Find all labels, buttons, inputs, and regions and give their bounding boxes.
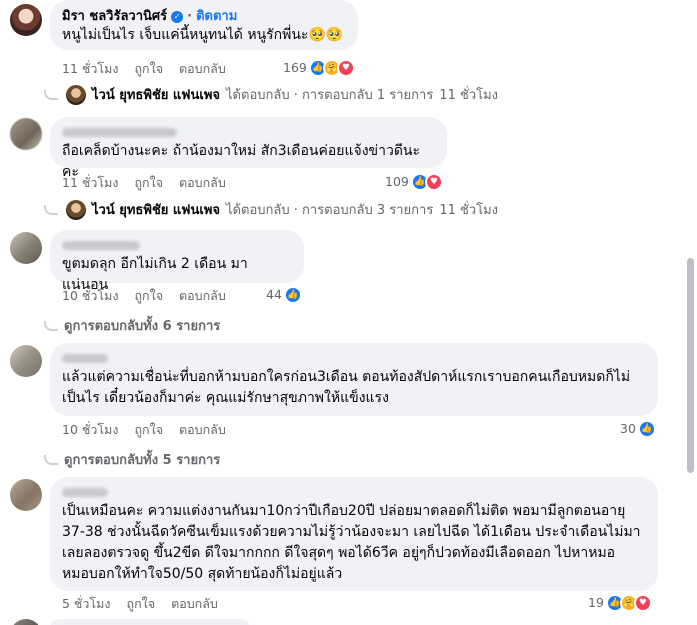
- reply-summary-text: ได้ตอบกลับ · การตอบกลับ 3 รายการ: [226, 203, 434, 218]
- thread-connector: [44, 320, 58, 331]
- like-button[interactable]: ถูกใจ: [134, 175, 163, 191]
- commenter-avatar[interactable]: [10, 118, 42, 150]
- reaction-count: 30: [620, 421, 636, 436]
- view-more-replies-label: ดูการตอบกลับทั้ง 5 รายการ: [64, 453, 221, 468]
- view-more-replies-label: ดูการตอบกลับทั้ง 6 รายการ: [64, 319, 221, 334]
- comment-text-line: แล้วแต่ความเชื่อน่ะที่บอกห้ามบอกใครก่อน3…: [62, 369, 631, 385]
- comment-author-name[interactable]: มิรา ชลวิรัลวานิศร์: [62, 8, 167, 25]
- thread-connector: [44, 89, 58, 100]
- reaction-count: 169: [283, 60, 307, 75]
- like-reaction-icon: 👍: [637, 420, 656, 438]
- love-reaction-icon: ♥: [336, 59, 355, 77]
- like-button[interactable]: ถูกใจ: [134, 288, 163, 304]
- comment-text: หนูไม่เป็นไร เจ็บแค่นี้หนูทนได้ หนูรักพี…: [62, 27, 344, 43]
- commenter-avatar[interactable]: [10, 479, 42, 511]
- comment-author-name[interactable]: [62, 354, 108, 363]
- like-button[interactable]: ถูกใจ: [134, 61, 163, 77]
- scrollbar-thumb[interactable]: [687, 258, 694, 473]
- comment-bubble: แล้วแต่ความเชื่อน่ะที่บอกห้ามบอกใครก่อน3…: [50, 343, 658, 416]
- reply-avatar: [66, 84, 86, 105]
- view-more-replies[interactable]: ดูการตอบกลับทั้ง 6 รายการ: [44, 315, 220, 336]
- reply-author-name: ไวน์ ยุทธพิชัย แฟนเพจ: [92, 203, 221, 218]
- comment-text-line: เป็นเหมือนคะ ความแต่งงานกันมา10กว่าปีเกื…: [62, 503, 626, 519]
- comment-text-line: เลยลองตรวจดู ขึ้น2ขีด ดีใจมากกกก ดีใจสุด…: [62, 545, 616, 561]
- reply-button[interactable]: ตอบกลับ: [179, 422, 226, 438]
- comment-bubble: [50, 619, 250, 625]
- comment-timestamp[interactable]: 11 ชั่วโมง: [62, 61, 118, 77]
- commenter-avatar[interactable]: [10, 232, 42, 264]
- separator-dot: ·: [187, 9, 193, 24]
- reply-summary-time: 11 ชั่วโมง: [439, 88, 499, 103]
- thread-connector: [44, 204, 58, 215]
- comment-author-name[interactable]: [62, 241, 140, 250]
- commenter-avatar[interactable]: [10, 345, 42, 377]
- comment-actions: 11 ชั่วโมง ถูกใจ ตอบกลับ: [62, 61, 226, 77]
- comment-text-line: 37-38 ช่วงนั้นฉีดวัคซีนเข็มแรงด้วยความไม…: [62, 524, 641, 540]
- reaction-count: 109: [385, 174, 409, 189]
- like-button[interactable]: ถูกใจ: [134, 422, 163, 438]
- like-button[interactable]: ถูกใจ: [127, 596, 156, 612]
- thread-connector: [44, 454, 58, 465]
- comment-bubble: ขูตมดลุก อีกไม่เกิน 2 เดือน มาแน่นอน: [50, 230, 304, 293]
- reaction-summary[interactable]: 30 👍: [620, 420, 656, 438]
- reaction-summary[interactable]: 19 👍 🤗 ♥: [588, 594, 652, 612]
- reply-button[interactable]: ตอบกลับ: [179, 175, 226, 191]
- reaction-count: 19: [588, 595, 604, 610]
- reaction-summary[interactable]: 109 👍 ♥: [385, 173, 443, 191]
- reply-button[interactable]: ตอบกลับ: [171, 596, 218, 612]
- reply-avatar: [66, 199, 86, 220]
- reply-author-name: ไวน์ ยุทธพิชัย แฟนเพจ: [92, 88, 221, 103]
- comment-author-name[interactable]: [62, 488, 108, 497]
- comment-text-line: หมอบอกให้ทำใจ50/50 สุดท้ายน้องก็ไม่อยู่แ…: [62, 566, 343, 582]
- view-more-replies[interactable]: ดูการตอบกลับทั้ง 5 รายการ: [44, 449, 220, 470]
- comment-bubble: มิรา ชลวิรัลวานิศร์ ✓ · ติดตาม หนูไม่เป็…: [50, 0, 358, 50]
- reply-button[interactable]: ตอบกลับ: [179, 61, 226, 77]
- reaction-summary[interactable]: 169 👍 🤗 ♥: [283, 59, 355, 77]
- reply-summary[interactable]: ไวน์ ยุทธพิชัย แฟนเพจ ได้ตอบกลับ · การตอ…: [44, 199, 498, 220]
- reply-button[interactable]: ตอบกลับ: [179, 288, 226, 304]
- comment-bubble: เป็นเหมือนคะ ความแต่งงานกันมา10กว่าปีเกื…: [50, 477, 658, 591]
- comment-timestamp[interactable]: 10 ชั่วโมง: [62, 422, 118, 438]
- comment-bubble: ถือเคล็ดบ้างนะคะ ถ้าน้องมาใหม่ สัก3เดือน…: [50, 117, 447, 180]
- reply-summary-time: 11 ชั่วโมง: [439, 203, 499, 218]
- like-reaction-icon: 👍: [283, 286, 302, 304]
- commenter-avatar[interactable]: [10, 4, 42, 36]
- comment-author-row: มิรา ชลวิรัลวานิศร์ ✓ · ติดตาม: [62, 8, 346, 25]
- reply-summary[interactable]: ไวน์ ยุทธพิชัย แฟนเพจ ได้ตอบกลับ · การตอ…: [44, 84, 498, 105]
- comment-timestamp[interactable]: 5 ชั่วโมง: [62, 596, 111, 612]
- comment-author-name[interactable]: [62, 128, 177, 137]
- comment-timestamp[interactable]: 11 ชั่วโมง: [62, 175, 118, 191]
- comment-actions: 5 ชั่วโมง ถูกใจ ตอบกลับ: [62, 596, 218, 612]
- comment-actions: 11 ชั่วโมง ถูกใจ ตอบกลับ: [62, 175, 226, 191]
- commenter-avatar[interactable]: [10, 619, 42, 625]
- verified-badge-icon: ✓: [171, 10, 184, 23]
- comment-timestamp[interactable]: 10 ชั่วโมง: [62, 288, 118, 304]
- reply-summary-text: ได้ตอบกลับ · การตอบกลับ 1 รายการ: [226, 88, 434, 103]
- scrollbar-track[interactable]: [684, 0, 697, 625]
- comment-actions: 10 ชั่วโมง ถูกใจ ตอบกลับ: [62, 422, 226, 438]
- follow-link[interactable]: ติดตาม: [196, 8, 237, 25]
- reaction-count: 44: [266, 287, 282, 302]
- comment-text-line: เป็นไร เดี๋ยวน้องก็มาค่ะ คุณแม่รักษาสุขภ…: [62, 390, 389, 406]
- love-reaction-icon: ♥: [424, 173, 443, 191]
- reaction-summary[interactable]: 44 👍: [266, 286, 302, 304]
- comment-actions: 10 ชั่วโมง ถูกใจ ตอบกลับ: [62, 288, 226, 304]
- love-reaction-icon: ♥: [633, 594, 652, 612]
